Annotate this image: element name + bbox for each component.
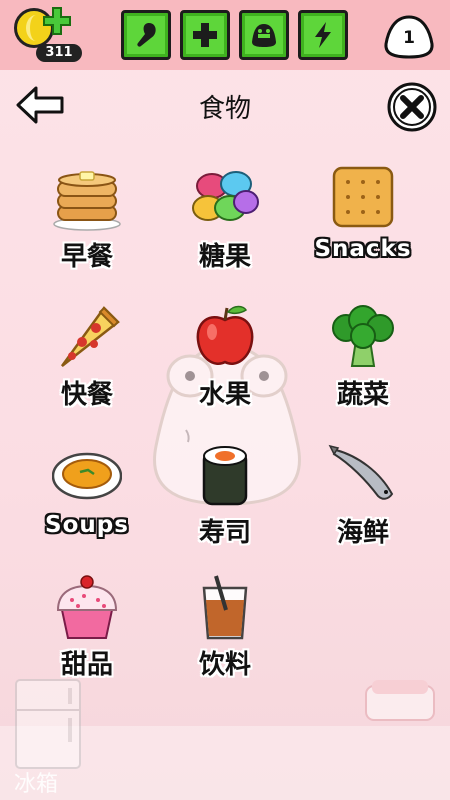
- category-label: Snacks: [314, 236, 412, 262]
- apple-icon: [196, 305, 254, 365]
- category-label: 快餐: [60, 380, 113, 410]
- category-label: 海鲜: [336, 518, 389, 548]
- bath-room-button[interactable]: [239, 10, 289, 60]
- top-bar: 311 1: [0, 0, 450, 70]
- category-candy[interactable]: 糖果: [160, 166, 290, 296]
- soap-icon: [365, 680, 435, 721]
- cupcake-icon: [56, 575, 118, 639]
- category-label: 寿司: [198, 518, 251, 548]
- medicine-room-icon: [193, 23, 217, 47]
- broccoli-icon: [332, 305, 394, 367]
- food-room-icon: [137, 23, 156, 47]
- soup-icon: [52, 452, 122, 500]
- energy-room-button[interactable]: [298, 10, 348, 60]
- bath-room-icon: [252, 24, 276, 47]
- energy-room-icon: [315, 22, 331, 48]
- page-title: 食物: [198, 94, 251, 124]
- fish-icon: [328, 444, 394, 500]
- category-seafood[interactable]: 海鲜: [298, 442, 428, 572]
- category-drinks[interactable]: 饮料: [160, 574, 290, 704]
- medicine-room-button[interactable]: [180, 10, 230, 60]
- category-label: 水果: [198, 380, 251, 410]
- coin-count: 311: [36, 44, 82, 62]
- pancakes-icon: [53, 171, 121, 231]
- category-soups[interactable]: Soups: [22, 442, 152, 572]
- close-icon[interactable]: [386, 81, 438, 133]
- pizza-icon: [60, 306, 120, 367]
- food-room-button[interactable]: [121, 10, 171, 60]
- level-number: 1: [403, 28, 415, 48]
- category-label: 糖果: [198, 242, 251, 272]
- category-vegetables[interactable]: 蔬菜: [298, 304, 428, 434]
- category-label: Soups: [45, 512, 129, 538]
- candy-icon: [192, 171, 259, 221]
- category-fast-food[interactable]: 快餐: [22, 304, 152, 434]
- category-label: 蔬菜: [336, 380, 389, 410]
- drink-icon: [202, 575, 248, 640]
- category-label: 饮料: [198, 650, 251, 680]
- category-label: 甜品: [60, 650, 113, 680]
- category-breakfast[interactable]: 早餐: [22, 166, 152, 296]
- category-snacks[interactable]: Snacks: [298, 166, 428, 296]
- category-sushi[interactable]: 寿司: [160, 442, 290, 572]
- category-fruit[interactable]: 水果: [160, 304, 290, 434]
- cracker-icon: [332, 166, 394, 228]
- fridge-label[interactable]: 冰箱: [14, 766, 58, 798]
- add-coins-icon[interactable]: [42, 6, 72, 36]
- category-label: 早餐: [60, 242, 113, 272]
- category-desserts[interactable]: 甜品: [22, 574, 152, 704]
- sushi-icon: [202, 446, 248, 506]
